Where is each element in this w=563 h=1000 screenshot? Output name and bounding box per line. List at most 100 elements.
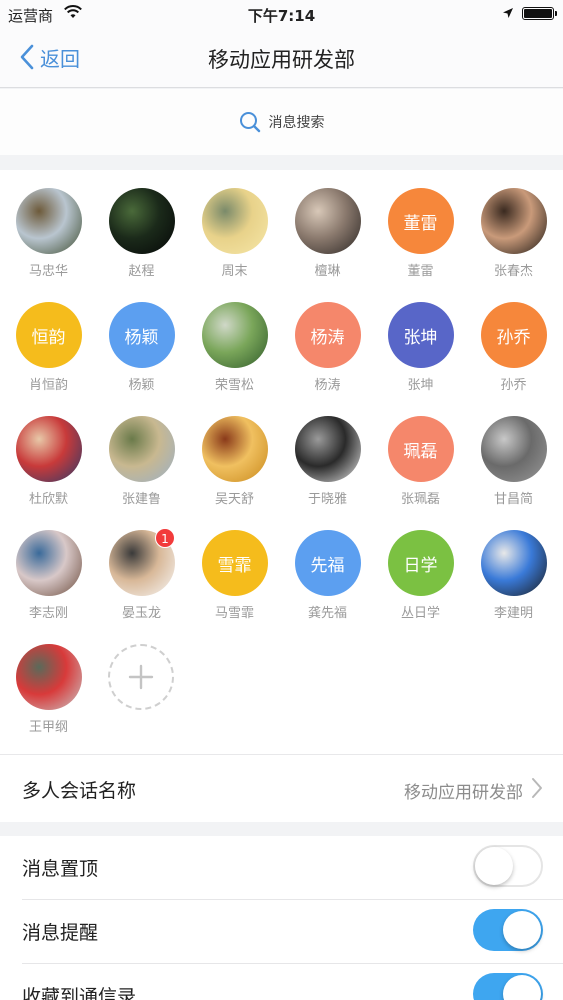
avatar: 雪霏: [201, 530, 268, 596]
avatar: [480, 530, 547, 596]
plus-icon: [128, 664, 154, 690]
group-name-label: 多人会话名称: [22, 780, 137, 802]
avatar: [480, 416, 547, 482]
add-member-button[interactable]: [108, 644, 174, 710]
settings-row-pin-message: 消息置顶: [0, 836, 563, 900]
group-name-row[interactable]: 多人会话名称 移动应用研发部: [0, 754, 563, 822]
avatar: 孙乔: [480, 302, 547, 368]
settings-list: 消息置顶 消息提醒 收藏到通信录: [0, 836, 563, 1000]
pin-message-toggle[interactable]: [473, 845, 543, 887]
member-name: 孙乔: [500, 378, 527, 393]
avatar: 杨颖: [108, 302, 175, 368]
member-item[interactable]: 董雷 董雷: [374, 188, 467, 281]
location-arrow-icon: [503, 8, 513, 18]
member-item[interactable]: 荣雪松: [188, 302, 281, 395]
search-icon: [239, 112, 260, 133]
member-item[interactable]: 吴天舒: [188, 416, 281, 509]
member-item[interactable]: 杜欣默: [2, 416, 95, 509]
toggle-knob: [503, 911, 541, 949]
member-name: 甘昌简: [493, 492, 533, 507]
avatar: 杨涛: [294, 302, 361, 368]
member-item[interactable]: 周末: [188, 188, 281, 281]
group-name-value: 移动应用研发部: [404, 783, 523, 803]
member-item[interactable]: 王甲纲: [2, 644, 95, 737]
chevron-right-icon: [532, 778, 542, 798]
member-name: 龚先福: [307, 606, 347, 621]
avatar: 先福: [294, 530, 361, 596]
avatar-initials: 雪霏: [217, 555, 252, 576]
save-to-contacts-toggle[interactable]: [473, 973, 543, 1000]
member-item[interactable]: 杨颖 杨颖: [95, 302, 188, 395]
toggle-knob: [503, 975, 541, 1000]
unread-badge: 1: [155, 528, 175, 548]
settings-label: 收藏到通信录: [22, 986, 137, 1000]
message-search-button[interactable]: 消息搜索: [239, 111, 325, 133]
member-item[interactable]: 先福 龚先福: [281, 530, 374, 623]
toggle-knob: [475, 847, 513, 885]
avatar: [201, 188, 268, 254]
member-item[interactable]: 张建鲁: [95, 416, 188, 509]
settings-row-save-to-contacts: 收藏到通信录: [0, 964, 563, 1000]
member-name: 赵程: [128, 264, 155, 279]
member-item[interactable]: 张春杰: [467, 188, 560, 281]
member-name: 肖恒韵: [28, 378, 68, 393]
avatar-initials: 先福: [310, 555, 345, 576]
member-item[interactable]: 李志刚: [2, 530, 95, 623]
avatar: 恒韵: [15, 302, 82, 368]
avatar: [294, 416, 361, 482]
member-item[interactable]: 恒韵 肖恒韵: [2, 302, 95, 395]
avatar-initials: 珮磊: [403, 441, 438, 462]
avatar: 张坤: [387, 302, 454, 368]
member-name: 张建鲁: [121, 492, 161, 507]
member-name: 王甲纲: [28, 720, 68, 735]
member-item[interactable]: 赵程: [95, 188, 188, 281]
member-item[interactable]: 于晓雅: [281, 416, 374, 509]
avatar: [108, 188, 175, 254]
settings-label: 消息置顶: [22, 858, 99, 880]
member-name: 李志刚: [28, 606, 68, 621]
member-name: 马忠华: [28, 264, 68, 279]
avatar-initials: 孙乔: [496, 327, 531, 348]
member-item[interactable]: 珮磊 张珮磊: [374, 416, 467, 509]
member-item[interactable]: 1 晏玉龙: [95, 528, 188, 623]
member-item[interactable]: 马忠华: [2, 188, 95, 281]
avatar: [15, 530, 82, 596]
avatar: [480, 188, 547, 254]
message-reminder-toggle[interactable]: [473, 909, 543, 951]
member-item[interactable]: 檀琳: [281, 188, 374, 281]
avatar: 董雷: [387, 188, 454, 254]
avatar: [15, 644, 82, 710]
search-label: 消息搜索: [268, 115, 325, 131]
status-time: 下午7:14: [247, 7, 316, 25]
avatar-initials: 恒韵: [31, 327, 66, 348]
settings-row-message-reminder: 消息提醒: [0, 900, 563, 964]
avatar-initials: 董雷: [403, 213, 438, 234]
member-item[interactable]: 杨涛 杨涛: [281, 302, 374, 395]
member-name: 杜欣默: [28, 492, 68, 507]
member-item[interactable]: 甘昌简: [467, 416, 560, 509]
member-name: 董雷: [407, 264, 434, 279]
member-name: 周末: [221, 264, 248, 279]
member-name: 檀琳: [314, 264, 341, 279]
avatar: 珮磊: [387, 416, 454, 482]
message-search-bar: 消息搜索: [0, 89, 563, 155]
member-item[interactable]: 张坤 张坤: [374, 302, 467, 395]
member-name: 杨颖: [128, 378, 155, 393]
member-item[interactable]: 日学 丛日学: [374, 530, 467, 623]
page-title: 移动应用研发部: [208, 48, 355, 72]
avatar-initials: 杨涛: [310, 327, 345, 348]
avatar: [15, 416, 82, 482]
member-item[interactable]: 李建明: [467, 530, 560, 623]
member-name: 晏玉龙: [121, 606, 161, 621]
member-name: 丛日学: [400, 606, 440, 621]
status-bar: 运营商 下午7:14: [0, 0, 563, 28]
avatar-initials: 张坤: [403, 327, 438, 348]
member-item[interactable]: 孙乔 孙乔: [467, 302, 560, 395]
member-name: 吴天舒: [214, 492, 254, 507]
avatar-initials: 日学: [403, 555, 438, 576]
member-name: 荣雪松: [214, 378, 254, 393]
member-name: 张春杰: [493, 264, 533, 279]
member-item[interactable]: 雪霏 马雪霏: [188, 530, 281, 623]
avatar: [294, 188, 361, 254]
member-name: 李建明: [493, 606, 533, 621]
